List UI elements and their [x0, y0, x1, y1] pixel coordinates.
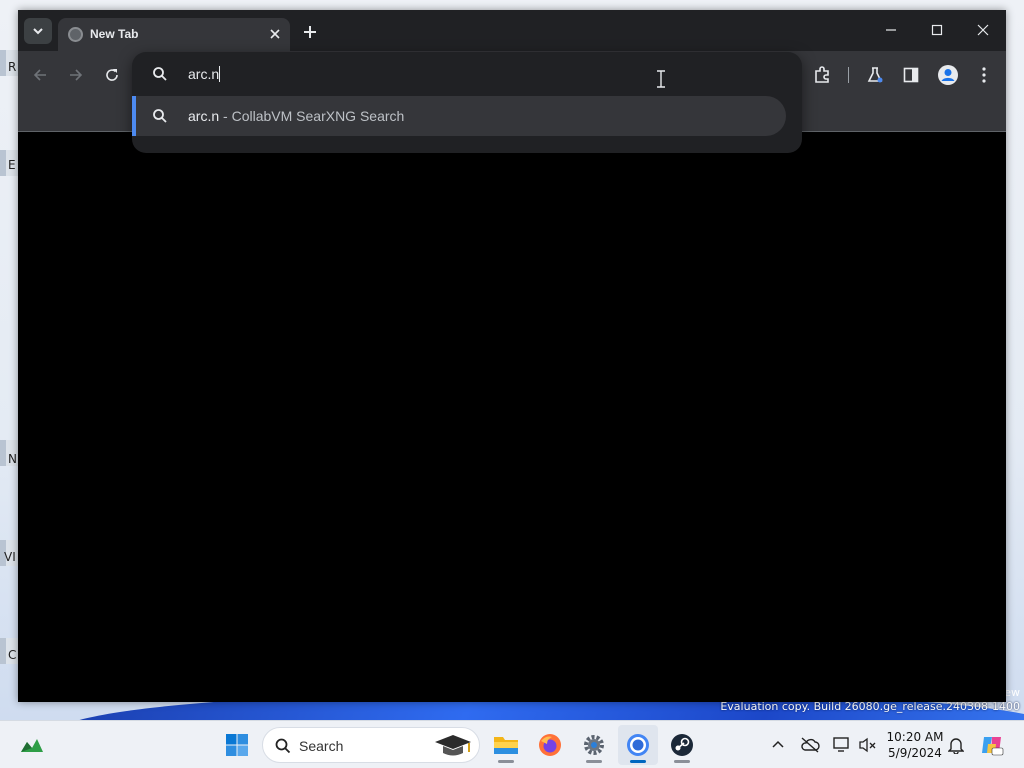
copilot-button[interactable]: [980, 733, 1004, 757]
search-icon: [153, 67, 167, 81]
minimize-button[interactable]: [868, 10, 914, 50]
profile-button[interactable]: [934, 61, 962, 89]
desktop-icon-label: VI: [4, 550, 16, 564]
running-indicator: [674, 760, 690, 763]
suggestion-selected-indicator: [132, 96, 136, 136]
firefox-button[interactable]: [530, 725, 570, 765]
running-indicator: [586, 760, 602, 763]
new-tab-button[interactable]: [298, 20, 322, 44]
maximize-button[interactable]: [914, 10, 960, 50]
firefox-icon: [539, 734, 561, 756]
back-button[interactable]: [26, 61, 54, 89]
taskbar: Search 10:20 AM 5/9/2024: [0, 720, 1024, 768]
globe-icon: [68, 27, 83, 42]
tab-search-button[interactable]: [24, 18, 52, 44]
search-icon: [153, 109, 167, 123]
taskbar-search-label: Search: [299, 738, 344, 754]
reload-button[interactable]: [98, 61, 126, 89]
chrome-button[interactable]: [618, 725, 658, 765]
network-icon: [833, 737, 849, 752]
search-icon: [275, 738, 291, 754]
maximize-icon: [931, 24, 943, 36]
desktop-icon-label: N: [8, 452, 17, 466]
settings-icon: [584, 735, 604, 755]
onedrive-button[interactable]: [798, 733, 822, 757]
omnibox-value: arc.n: [188, 66, 220, 82]
extensions-button[interactable]: [808, 61, 836, 89]
text-caret: [219, 66, 221, 82]
ibeam-cursor-icon: [657, 70, 665, 88]
tab-close-button[interactable]: [264, 23, 286, 45]
arrow-right-icon: [70, 69, 83, 81]
side-panel-button[interactable]: [897, 61, 925, 89]
graduation-cap-icon: [435, 735, 471, 756]
show-hidden-icons-button[interactable]: [766, 733, 790, 757]
widgets-icon: [21, 739, 43, 752]
profile-icon: [938, 65, 958, 85]
tab-title: New Tab: [90, 27, 139, 41]
widgets-button[interactable]: [12, 725, 52, 765]
reload-icon: [106, 69, 118, 81]
chrome-icon: [627, 734, 649, 756]
desktop-icon-label: E: [8, 158, 16, 172]
side-panel-icon: [903, 67, 919, 83]
desktop-icon-label: R: [8, 60, 17, 74]
suggestion-text: arc.n - CollabVM SearXNG Search: [188, 108, 404, 124]
steam-icon: [671, 734, 693, 756]
taskbar-clock[interactable]: 10:20 AM 5/9/2024: [882, 729, 948, 761]
plus-icon: [304, 26, 316, 38]
forward-button[interactable]: [62, 61, 90, 89]
active-indicator: [630, 760, 646, 763]
flask-icon: [867, 67, 883, 83]
chevron-up-icon: [772, 740, 784, 748]
close-window-button[interactable]: [960, 10, 1006, 50]
file-explorer-icon: [494, 737, 518, 754]
steam-button[interactable]: [662, 725, 702, 765]
minimize-icon: [886, 29, 896, 31]
volume-muted-icon: [859, 737, 876, 753]
suggestion-separator: -: [223, 108, 228, 124]
start-button[interactable]: [217, 725, 257, 765]
chevron-down-icon: [33, 28, 43, 35]
network-button[interactable]: [830, 733, 854, 757]
running-indicator: [498, 760, 514, 763]
labs-button[interactable]: [861, 61, 889, 89]
close-icon: [270, 29, 280, 39]
omnibox-suggestion[interactable]: arc.n - CollabVM SearXNG Search: [132, 96, 786, 136]
suggestion-description: CollabVM SearXNG Search: [231, 108, 405, 124]
copilot-icon: [982, 737, 1004, 756]
puzzle-icon: [815, 66, 829, 83]
cloud-off-icon: [801, 737, 820, 753]
settings-button[interactable]: [574, 725, 614, 765]
omnibox-text[interactable]: arc.n: [188, 66, 221, 82]
bell-icon: [948, 738, 964, 754]
volume-button[interactable]: [856, 733, 880, 757]
menu-button[interactable]: [970, 61, 998, 89]
file-explorer-button[interactable]: [486, 725, 526, 765]
notifications-button[interactable]: [944, 733, 968, 757]
clock-time: 10:20 AM: [886, 730, 944, 744]
clock-date: 5/9/2024: [888, 746, 942, 760]
tab-new-tab[interactable]: New Tab: [58, 18, 290, 51]
close-icon: [977, 24, 989, 36]
browser-window: New Tab arc.n arc.n - CollabVM SearXNG S…: [18, 10, 1006, 702]
suggestion-query: arc.n: [188, 108, 220, 124]
more-vertical-icon: [982, 67, 986, 83]
title-bar: New Tab: [18, 10, 1006, 51]
omnibox-input[interactable]: arc.n: [132, 52, 802, 96]
toolbar-divider: [848, 67, 849, 83]
taskbar-search[interactable]: Search: [262, 727, 480, 763]
omnibox-dropdown: arc.n arc.n - CollabVM SearXNG Search: [132, 52, 802, 153]
desktop-icon-label: C: [8, 648, 17, 662]
watermark-top: ew: [1004, 686, 1020, 699]
arrow-left-icon: [33, 69, 46, 81]
start-icon: [226, 734, 248, 756]
